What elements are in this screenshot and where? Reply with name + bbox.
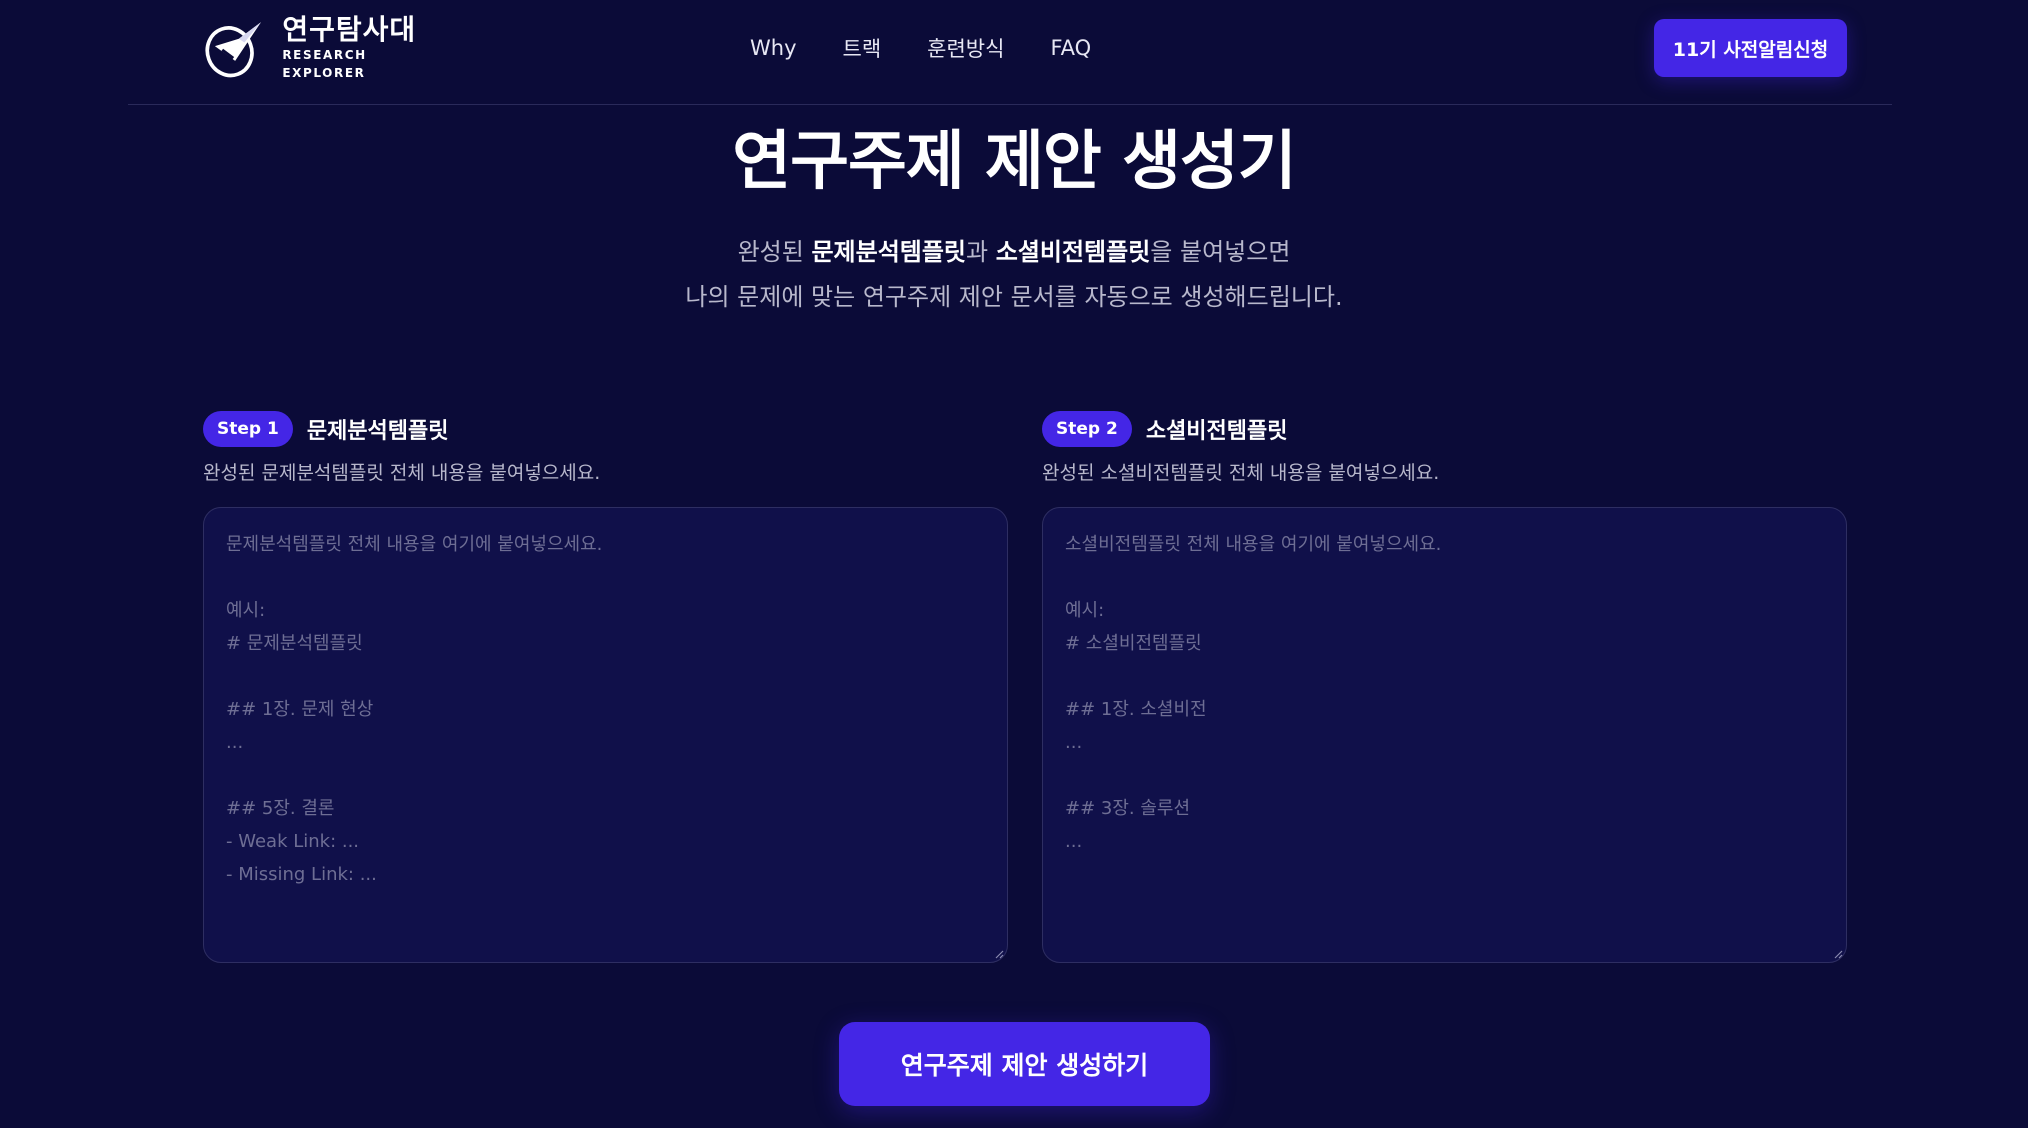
step2-header: Step 2 소셜비전템플릿: [1042, 411, 1847, 447]
generate-proposal-button[interactable]: 연구주제 제안 생성하기: [839, 1022, 1210, 1106]
step1-description: 완성된 문제분석템플릿 전체 내용을 붙여넣으세요.: [203, 462, 601, 484]
resize-grip-icon[interactable]: [994, 949, 1004, 959]
step2-description: 완성된 소셜비전템플릿 전체 내용을 붙여넣으세요.: [1042, 462, 1440, 484]
logo-text: 연구탐사대 RESEARCH EXPLORER: [282, 14, 442, 82]
logo-rocket-icon: [205, 22, 261, 78]
nav-item-track[interactable]: 트랙: [843, 33, 882, 63]
header-divider: [128, 104, 1892, 105]
resize-grip-icon[interactable]: [1833, 949, 1843, 959]
problem-template-textarea[interactable]: 문제분석템플릿 전체 내용을 여기에 붙여넣으세요. 예시: # 문제분석템플릿…: [203, 507, 1008, 963]
desc-bold-social-template: 소셜비전템플릿: [995, 238, 1151, 266]
placeholder-line: - Missing Link: ...: [226, 864, 377, 885]
placeholder-line: [1065, 561, 1824, 594]
desc-text-pre: 완성된: [737, 238, 812, 266]
logo-title: 연구탐사대: [282, 13, 417, 46]
desc-bold-problem-template: 문제분석템플릿: [811, 238, 967, 266]
step2-title: 소셜비전템플릿: [1145, 419, 1288, 444]
pre-notification-button[interactable]: 11기 사전알림신청: [1654, 19, 1847, 77]
logo[interactable]: 연구탐사대 RESEARCH EXPLORER: [202, 12, 442, 84]
placeholder-line: ## 1장. 소셜비전: [1065, 699, 1207, 720]
nav-item-training[interactable]: 훈련방식: [927, 33, 1004, 63]
placeholder-line: ...: [226, 732, 244, 753]
placeholder-line: 소셜비전템플릿 전체 내용을 여기에 붙여넣으세요.: [1065, 534, 1442, 555]
placeholder-line: ...: [1065, 831, 1083, 852]
placeholder-line: [1065, 759, 1824, 792]
placeholder-line: 문제분석템플릿 전체 내용을 여기에 붙여넣으세요.: [226, 534, 603, 555]
step1-badge: Step 1: [203, 411, 293, 447]
placeholder-line: 예시:: [226, 600, 266, 621]
placeholder-line: ## 5장. 결론: [226, 798, 335, 819]
placeholder-line: - Weak Link: ...: [226, 831, 360, 852]
step1-title: 문제분석템플릿: [306, 419, 449, 444]
placeholder-line: 예시:: [1065, 600, 1105, 621]
desc-text-post: 을 붙여넣으면: [1150, 238, 1291, 266]
main-nav: Why 트랙 훈련방식 FAQ: [750, 30, 1137, 66]
step1-panel: Step 1 문제분석템플릿 완성된 문제분석템플릿 전체 내용을 붙여넣으세요…: [203, 411, 1008, 963]
placeholder-line: [1065, 660, 1824, 693]
placeholder-line: [226, 759, 985, 792]
step2-panel: Step 2 소셜비전템플릿 완성된 소셜비전템플릿 전체 내용을 붙여넣으세요…: [1042, 411, 1847, 963]
step1-header: Step 1 문제분석템플릿: [203, 411, 1008, 447]
placeholder-line: ## 1장. 문제 현상: [226, 699, 374, 720]
description-line-1: 완성된 문제분석템플릿과 소셜비전템플릿을 붙여넣으면: [0, 230, 2028, 275]
placeholder-line: # 문제분석템플릿: [226, 633, 363, 654]
social-vision-template-textarea[interactable]: 소셜비전템플릿 전체 내용을 여기에 붙여넣으세요. 예시: # 소셜비전템플릿…: [1042, 507, 1847, 963]
placeholder-line: [226, 561, 985, 594]
desc-text-mid: 과: [966, 238, 996, 266]
step2-badge: Step 2: [1042, 411, 1132, 447]
nav-item-why[interactable]: Why: [750, 36, 797, 60]
site-header: 연구탐사대 RESEARCH EXPLORER Why 트랙 훈련방식 FAQ …: [0, 0, 2028, 104]
description-line-2: 나의 문제에 맞는 연구주제 제안 문서를 자동으로 생성해드립니다.: [685, 283, 1343, 311]
placeholder-line: ...: [1065, 732, 1083, 753]
logo-subtitle: RESEARCH EXPLORER: [282, 48, 367, 80]
page-title: 연구주제 제안 생성기: [732, 125, 1296, 199]
page-description: 완성된 문제분석템플릿과 소셜비전템플릿을 붙여넣으면 나의 문제에 맞는 연구…: [0, 230, 2028, 320]
placeholder-line: [226, 660, 985, 693]
placeholder-line: # 소셜비전템플릿: [1065, 633, 1202, 654]
placeholder-line: ## 3장. 솔루션: [1065, 798, 1191, 819]
nav-item-faq[interactable]: FAQ: [1050, 36, 1091, 60]
